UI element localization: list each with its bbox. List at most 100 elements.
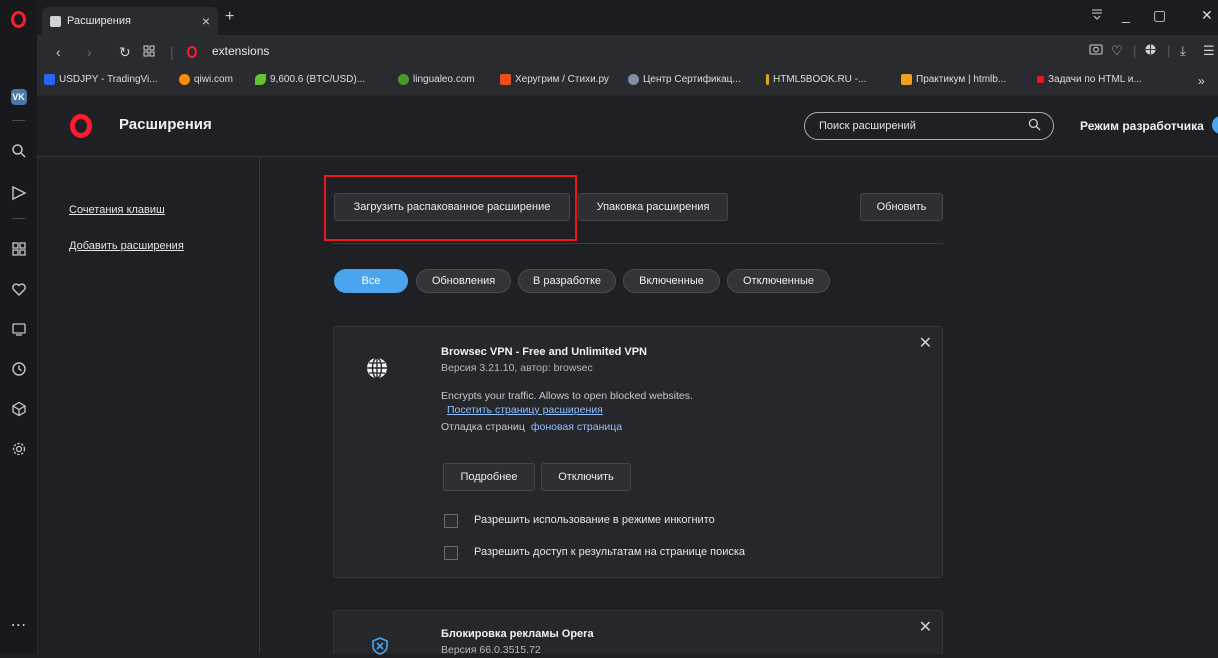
extensions-header: Расширения Режим разработчика bbox=[37, 96, 1218, 157]
speed-dial-icon[interactable] bbox=[0, 236, 37, 262]
disable-button[interactable]: Отключить bbox=[541, 463, 631, 491]
html5book-icon bbox=[766, 74, 769, 85]
toolbar-divider bbox=[333, 243, 943, 244]
filter-enabled[interactable]: Включенные bbox=[623, 269, 720, 293]
bookmark-item[interactable]: 9,600.6 (BTC/USD)... bbox=[255, 74, 365, 85]
download-icon[interactable]: ⤓ bbox=[1180, 43, 1186, 59]
dev-mode-label: Режим разработчика bbox=[1080, 119, 1204, 133]
practicum-icon bbox=[901, 74, 912, 85]
speed-dial-mini-icon[interactable] bbox=[143, 44, 155, 60]
forward-icon[interactable]: › bbox=[87, 44, 92, 60]
minimize-button[interactable]: _ bbox=[1122, 7, 1130, 23]
bookmark-label: USDJPY - TradingVi... bbox=[59, 74, 158, 85]
extension-card-browsec: ✕ Browsec VPN - Free and Unlimited VPN В… bbox=[333, 326, 943, 578]
bookmark-label: Практикум | htmlb... bbox=[916, 74, 1007, 85]
filter-disabled[interactable]: Отключенные bbox=[727, 269, 830, 293]
snapshot-icon[interactable] bbox=[0, 316, 37, 342]
remove-extension-close-icon[interactable]: ✕ bbox=[919, 617, 932, 637]
page-title: Расширения bbox=[119, 116, 212, 133]
more-icon[interactable]: ⋯ bbox=[0, 612, 37, 638]
search-icon[interactable] bbox=[1028, 118, 1041, 134]
qiwi-icon bbox=[179, 74, 190, 85]
vk-icon[interactable]: VK bbox=[0, 84, 37, 110]
tab-extensions[interactable]: Расширения × bbox=[42, 7, 218, 35]
background-page-link[interactable]: фоновая страница bbox=[531, 421, 622, 433]
dev-mode-toggle[interactable] bbox=[1212, 116, 1218, 134]
puzzle-icon bbox=[50, 15, 61, 27]
search-input[interactable] bbox=[817, 119, 1011, 133]
bookmark-item[interactable]: Задачи по HTML и... bbox=[1037, 74, 1142, 85]
bookmark-item[interactable]: Центр Сертификац... bbox=[628, 74, 741, 85]
details-button[interactable]: Подробнее bbox=[443, 463, 535, 491]
shield-icon bbox=[371, 637, 389, 658]
heart-icon[interactable] bbox=[0, 276, 37, 302]
address-bar: ‹ › ↻ | extensions ♡ | | ⤓ ☰ bbox=[37, 35, 1218, 67]
bookmark-label: HTML5BOOK.RU -... bbox=[773, 74, 867, 85]
settings-gear-icon[interactable] bbox=[0, 436, 37, 462]
filter-in-development[interactable]: В разработке bbox=[518, 269, 616, 293]
bookmark-item[interactable]: USDJPY - TradingVi... bbox=[44, 74, 158, 85]
remove-extension-close-icon[interactable]: ✕ bbox=[919, 333, 932, 353]
search-icon[interactable] bbox=[0, 138, 37, 164]
bookmark-item[interactable]: Практикум | htmlb... bbox=[901, 74, 1006, 85]
new-tab-button[interactable]: + bbox=[225, 8, 234, 26]
opera-menu-icon[interactable] bbox=[0, 6, 37, 32]
heart-bookmark-icon[interactable]: ♡ bbox=[1111, 43, 1123, 59]
lingualeo-icon bbox=[398, 74, 409, 85]
maximize-button[interactable]: ▢ bbox=[1153, 7, 1166, 24]
send-icon[interactable] bbox=[0, 180, 37, 206]
globe-icon bbox=[366, 357, 388, 382]
rail-separator bbox=[12, 120, 25, 121]
opera-sidebar: VK ⋯ bbox=[0, 0, 38, 654]
tab-title: Расширения bbox=[67, 15, 131, 27]
add-extensions-link[interactable]: Добавить расширения bbox=[69, 240, 184, 252]
keyboard-shortcuts-link[interactable]: Сочетания клавиш bbox=[69, 204, 165, 216]
opera-logo-icon bbox=[70, 114, 92, 141]
bookmark-label: 9,600.6 (BTC/USD)... bbox=[270, 74, 366, 85]
extension-version: Версия 66.0.3515.72 bbox=[441, 644, 541, 656]
bookmark-label: qiwi.com bbox=[194, 74, 233, 85]
close-window-button[interactable]: ✕ bbox=[1201, 7, 1213, 24]
bookmark-label: Херугрим / Стихи.ру bbox=[515, 74, 609, 85]
tab-menu-icon[interactable] bbox=[1091, 7, 1103, 23]
search-box[interactable] bbox=[804, 112, 1054, 140]
address-separator: | bbox=[170, 44, 174, 60]
url-text[interactable]: extensions bbox=[212, 44, 269, 58]
extensions-sidenav: Сочетания клавиш Добавить расширения bbox=[37, 157, 260, 654]
incognito-label: Разрешить использование в режиме инкогни… bbox=[474, 514, 715, 526]
tradingview-icon bbox=[44, 74, 55, 85]
filter-updates[interactable]: Обновления bbox=[416, 269, 511, 293]
visit-extension-page-link[interactable]: Посетить страницу расширения bbox=[447, 404, 603, 416]
opera-url-icon bbox=[187, 45, 197, 61]
inspect-label: Отладка страниц bbox=[441, 421, 525, 433]
bookmark-item[interactable]: Херугрим / Стихи.ру bbox=[500, 74, 609, 85]
pack-extension-button[interactable]: Упаковка расширения bbox=[578, 193, 728, 221]
search-results-checkbox[interactable] bbox=[444, 546, 458, 560]
highlight-box bbox=[324, 175, 577, 241]
bookmarks-overflow-button[interactable]: » bbox=[1198, 74, 1205, 88]
stihi-icon bbox=[500, 74, 511, 85]
easy-setup-icon[interactable]: ☰ bbox=[1203, 43, 1215, 59]
address-separator: | bbox=[1167, 43, 1171, 58]
cert-icon bbox=[628, 74, 639, 85]
extension-name: Browsec VPN - Free and Unlimited VPN bbox=[441, 346, 647, 358]
bookmark-item[interactable]: lingualeo.com bbox=[398, 74, 475, 85]
tab-close-icon[interactable]: × bbox=[202, 13, 210, 29]
history-icon[interactable] bbox=[0, 356, 37, 382]
vpn-globe-icon[interactable] bbox=[1144, 43, 1157, 59]
bookmark-item[interactable]: qiwi.com bbox=[179, 74, 233, 85]
bookmark-label: Задачи по HTML и... bbox=[1048, 74, 1142, 85]
camera-icon[interactable] bbox=[1089, 43, 1103, 58]
update-button[interactable]: Обновить bbox=[860, 193, 943, 221]
back-icon[interactable]: ‹ bbox=[56, 44, 61, 60]
bookmark-label: Центр Сертификац... bbox=[643, 74, 741, 85]
bookmarks-bar: USDJPY - TradingVi... qiwi.com 9,600.6 (… bbox=[37, 67, 1218, 96]
extension-name: Блокировка рекламы Opera bbox=[441, 628, 594, 640]
filter-all[interactable]: Все bbox=[334, 269, 408, 293]
address-separator: | bbox=[1133, 43, 1137, 58]
reload-icon[interactable]: ↻ bbox=[119, 44, 131, 61]
bookmark-label: lingualeo.com bbox=[413, 74, 475, 85]
bookmark-item[interactable]: HTML5BOOK.RU -... bbox=[766, 74, 866, 85]
extensions-cube-icon[interactable] bbox=[0, 396, 37, 422]
incognito-checkbox[interactable] bbox=[444, 514, 458, 528]
